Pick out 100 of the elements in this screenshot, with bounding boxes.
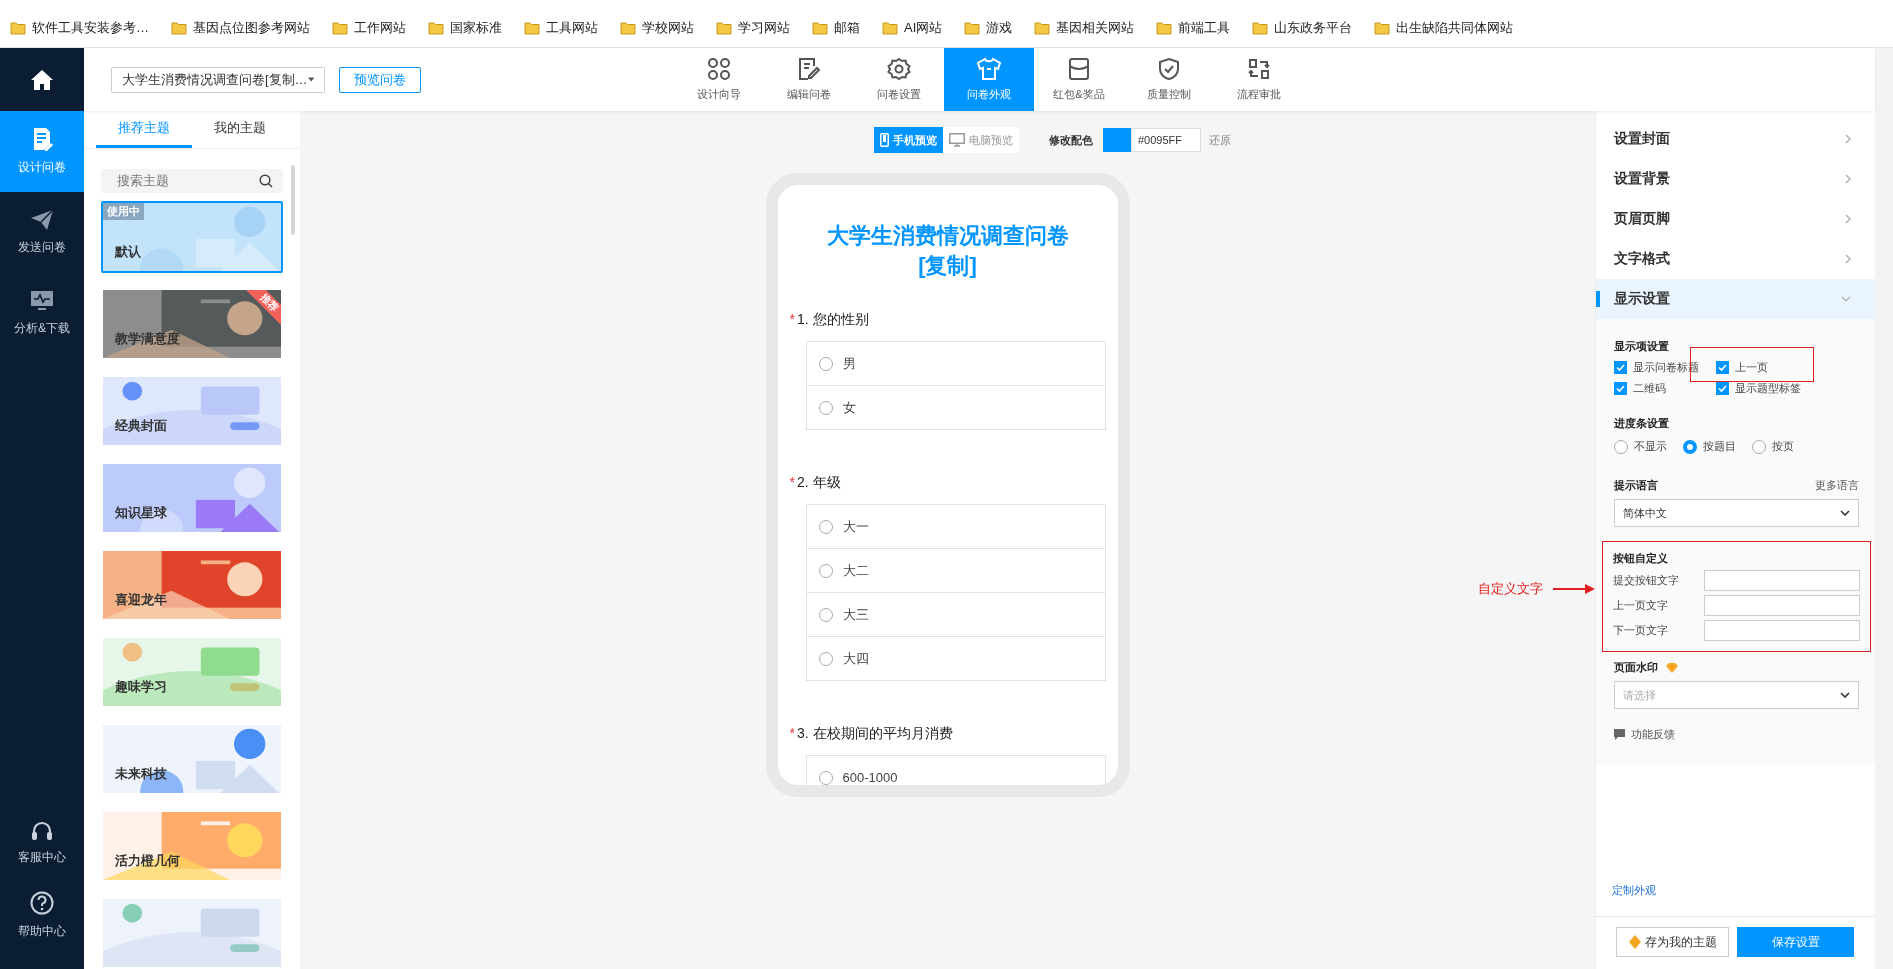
answer-option[interactable]: 600-1000	[806, 756, 1105, 785]
document-icon	[31, 127, 53, 151]
bookmark-link[interactable]: 基因相关网站	[1056, 19, 1135, 37]
section-heading: 页面水印	[1614, 660, 1658, 675]
save-theme-button[interactable]: 存为我的主题	[1616, 927, 1729, 957]
bookmark-link[interactable]: 工作网站	[354, 19, 406, 37]
checkbox-label: 二维码	[1633, 381, 1666, 396]
reset-link[interactable]: 还原	[1209, 132, 1231, 148]
nav-item[interactable]: 客服中心	[0, 807, 84, 879]
checkbox[interactable]	[1716, 382, 1729, 395]
bookmark-link[interactable]: 工具网站	[546, 19, 598, 37]
search-field[interactable]: 搜索主题	[101, 168, 283, 193]
bookmark-link[interactable]: 基因点位图参考网站	[193, 19, 310, 37]
search-input[interactable]: 搜索主题	[115, 172, 259, 190]
answer-option[interactable]: 女	[806, 385, 1105, 429]
in-use-badge: 使用中	[103, 203, 144, 220]
custom-appearance-link[interactable]: 定制外观	[1612, 883, 1875, 898]
bookmark-link[interactable]: 游戏	[986, 19, 1013, 37]
nav-tab[interactable]: 设计向导	[674, 48, 764, 111]
folder-icon	[524, 21, 540, 35]
question-title: 2. 年级	[796, 474, 841, 492]
settings-section[interactable]: 设置背景	[1596, 159, 1875, 199]
nav-tab[interactable]: 编辑问卷	[764, 48, 854, 111]
theme-name: 喜迎龙年	[115, 591, 167, 609]
answer-option[interactable]: 大二	[806, 548, 1105, 592]
folder-icon	[428, 21, 444, 35]
answer-option[interactable]: 大四	[806, 636, 1105, 680]
bookmark-link[interactable]: 学习网站	[738, 19, 790, 37]
nav-item[interactable]: 帮助中心	[0, 879, 84, 951]
bookmark-link[interactable]: 出生缺陷共同体网站	[1396, 19, 1514, 37]
home-icon[interactable]	[30, 68, 54, 91]
scrollbar[interactable]	[291, 165, 295, 235]
theme-tab[interactable]: 我的主题	[192, 111, 288, 148]
theme-card[interactable]: 推荐 教学满意度	[101, 288, 283, 360]
settings-section[interactable]: 页眉页脚	[1596, 199, 1875, 239]
nav-tab[interactable]: 流程审批	[1214, 48, 1304, 111]
answer-option[interactable]: 男	[806, 342, 1105, 385]
flow-icon	[1247, 57, 1271, 81]
grid-icon	[707, 57, 731, 81]
theme-card[interactable]: 未来科技	[101, 723, 283, 795]
section-heading: 显示项设置	[1614, 339, 1670, 354]
theme-card[interactable]: 经典封面	[101, 375, 283, 447]
input-field[interactable]	[1704, 595, 1860, 616]
nav-item[interactable]: 发送问卷	[0, 192, 84, 273]
folder-icon	[620, 21, 636, 35]
checkbox[interactable]	[1614, 361, 1627, 374]
radio-label: 按页	[1772, 439, 1794, 454]
survey-select[interactable]: 大学生消费情况调查问卷[复制…	[111, 66, 325, 93]
input-field[interactable]	[1704, 620, 1860, 641]
feedback-link[interactable]: 功能反馈	[1631, 727, 1675, 742]
chevron-down-icon	[1840, 692, 1850, 698]
field-label: 提交按钮文字	[1613, 573, 1679, 588]
monitor-icon	[949, 133, 965, 147]
language-select[interactable]: 简体中文	[1614, 499, 1859, 527]
radio-button[interactable]	[1752, 439, 1766, 454]
color-hex-field[interactable]: #0095FF	[1131, 128, 1201, 152]
folder-icon	[1156, 21, 1173, 35]
theme-card[interactable]: 喜迎龙年	[101, 549, 283, 621]
folder-icon	[716, 21, 732, 35]
bookmark-link[interactable]: 学校网站	[642, 19, 694, 37]
bookmark-link[interactable]: AI网站	[904, 19, 943, 37]
nav-tab[interactable]: 红包&奖品	[1034, 48, 1124, 111]
answer-option[interactable]: 大一	[806, 505, 1105, 548]
theme-name: 活力橙几何	[115, 852, 180, 870]
input-field[interactable]	[1704, 570, 1860, 591]
folder-icon	[964, 21, 981, 35]
field-label: 下一页文字	[1613, 623, 1668, 638]
theme-card[interactable]: 趣味学习	[101, 636, 283, 708]
radio-label: 按题目	[1703, 439, 1736, 454]
nav-tab[interactable]: 质量控制	[1124, 48, 1214, 111]
radio-label: 不显示	[1634, 439, 1667, 454]
required-mark: *	[789, 474, 795, 492]
required-mark: *	[789, 725, 795, 743]
color-swatch[interactable]	[1103, 128, 1131, 152]
radio-button[interactable]	[1614, 439, 1628, 454]
bookmark-link[interactable]: 国家标准	[450, 19, 502, 37]
theme-card[interactable]: 活力橙几何	[101, 810, 283, 882]
theme-card[interactable]: 知识星球	[101, 462, 283, 534]
settings-section[interactable]: 显示设置	[1596, 279, 1875, 319]
checkbox[interactable]	[1614, 382, 1627, 395]
settings-section[interactable]: 设置封面	[1596, 119, 1875, 159]
caret-icon	[307, 77, 314, 82]
settings-section[interactable]: 文字格式	[1596, 239, 1875, 279]
nav-item[interactable]: 分析&下载	[0, 273, 84, 354]
bookmark-link[interactable]: 山东政务平台	[1274, 19, 1353, 37]
checkbox[interactable]	[1716, 361, 1729, 374]
radio-button[interactable]	[1683, 439, 1697, 454]
theme-name: 经典封面	[115, 417, 167, 435]
bookmark-link[interactable]: 前端工具	[1178, 19, 1231, 37]
question-title: 1. 您的性别	[796, 311, 869, 329]
answer-option[interactable]: 大三	[806, 592, 1105, 636]
nav-tab[interactable]: 问卷设置	[854, 48, 944, 111]
theme-name: 知识星球	[115, 504, 167, 522]
theme-card[interactable]: 使用中 默认	[101, 201, 283, 273]
bookmark-link[interactable]: 邮箱	[834, 19, 860, 37]
diamond-icon	[1666, 662, 1678, 673]
folder-icon	[171, 21, 187, 35]
more-languages-link[interactable]: 更多语言	[1815, 478, 1859, 493]
envelope-icon	[1067, 57, 1091, 81]
bookmark-link[interactable]: 软件工具安装参考…	[32, 19, 149, 37]
